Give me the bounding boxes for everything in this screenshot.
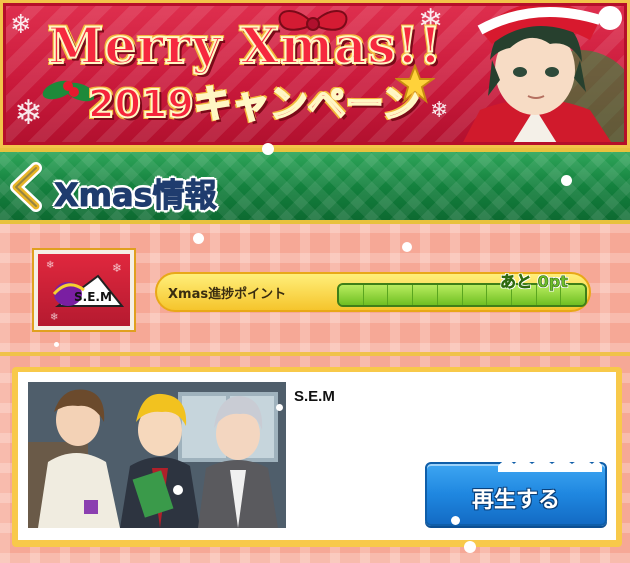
story-title: S.E.M bbox=[294, 388, 335, 405]
snow-particle bbox=[262, 143, 274, 155]
campaign-banner: ❄ ❄ ❄ ❄ Merry Xmas!! 2019キャンペーン bbox=[0, 0, 630, 148]
gauge-segment bbox=[388, 285, 414, 305]
gauge-segment bbox=[462, 285, 488, 305]
snow-particle bbox=[54, 342, 59, 347]
snow-particle bbox=[451, 516, 460, 525]
page-header: Xmas情報 bbox=[0, 148, 630, 224]
snow-particle bbox=[193, 233, 204, 244]
unit-logo-text: S.E.M bbox=[74, 290, 112, 304]
snow-cap-decoration bbox=[498, 460, 602, 472]
story-thumbnail bbox=[28, 382, 286, 528]
back-button[interactable] bbox=[4, 162, 48, 212]
page-title: Xmas情報 bbox=[54, 176, 218, 215]
gauge-segment bbox=[413, 285, 438, 305]
chevron-left-icon bbox=[10, 162, 42, 212]
svg-text:❄: ❄ bbox=[46, 260, 54, 271]
snow-particle bbox=[402, 242, 412, 252]
svg-text:❄: ❄ bbox=[112, 261, 122, 275]
snow-particle bbox=[276, 404, 283, 411]
divider bbox=[0, 352, 630, 356]
unit-icon: ❄ ❄ ❄ S.E.M bbox=[32, 248, 136, 332]
svg-text:❄: ❄ bbox=[50, 312, 58, 323]
gauge-segment bbox=[363, 285, 389, 305]
snow-particle bbox=[552, 438, 558, 444]
xmas-points-label: Xmas進捗ポイント bbox=[168, 287, 287, 302]
snow-particle bbox=[561, 175, 572, 186]
play-button-label: 再生する bbox=[471, 488, 560, 513]
snow-particle bbox=[464, 541, 476, 553]
points-remaining: あと 0pt bbox=[500, 272, 568, 292]
gauge-segment bbox=[339, 285, 364, 305]
banner-frame bbox=[0, 0, 630, 148]
snow-particle bbox=[173, 485, 183, 495]
story-illustration bbox=[28, 382, 286, 528]
unit-icon-background: ❄ ❄ ❄ S.E.M bbox=[38, 254, 130, 326]
gauge-segment bbox=[437, 285, 463, 305]
